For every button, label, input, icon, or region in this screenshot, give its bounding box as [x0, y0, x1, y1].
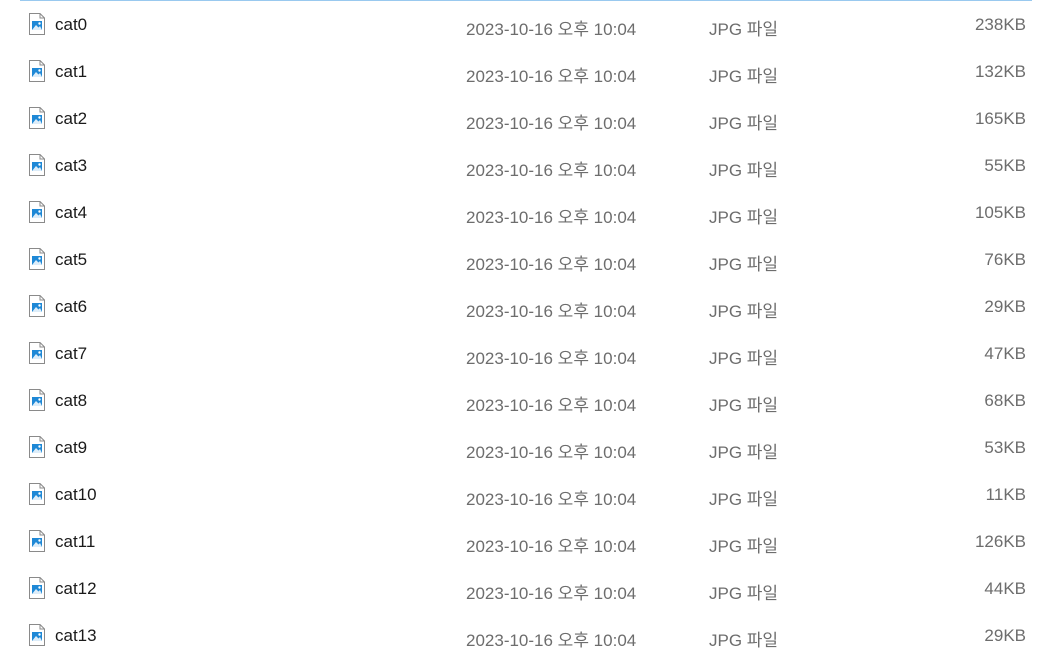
file-row[interactable]: cat12 2023-10-16 오후 10:04 JPG 파일 44KB	[20, 571, 1032, 618]
file-size: 76KB	[984, 250, 1026, 269]
file-row[interactable]: cat4 2023-10-16 오후 10:04 JPG 파일 105KB	[20, 195, 1032, 242]
image-file-icon	[28, 248, 46, 270]
file-row[interactable]: cat0 2023-10-16 오후 10:04 JPG 파일 238KB	[20, 7, 1032, 54]
file-type: JPG 파일	[709, 114, 779, 133]
file-row[interactable]: cat3 2023-10-16 오후 10:04 JPG 파일 55KB	[20, 148, 1032, 195]
file-modified-date: 2023-10-16 오후 10:04	[466, 302, 637, 321]
file-size: 47KB	[984, 344, 1026, 363]
file-row[interactable]: cat11 2023-10-16 오후 10:04 JPG 파일 126KB	[20, 524, 1032, 571]
image-file-icon	[28, 295, 46, 317]
file-modified-date: 2023-10-16 오후 10:04	[466, 161, 637, 180]
file-name: cat6	[55, 297, 88, 316]
file-type: JPG 파일	[709, 255, 779, 274]
file-type: JPG 파일	[709, 67, 779, 86]
file-size: 11KB	[985, 485, 1026, 504]
file-size: 132KB	[974, 62, 1026, 81]
file-type: JPG 파일	[709, 161, 779, 180]
file-size: 238KB	[974, 15, 1026, 34]
file-size: 68KB	[984, 391, 1026, 410]
file-type: JPG 파일	[709, 349, 779, 368]
file-name: cat5	[55, 250, 88, 269]
file-modified-date: 2023-10-16 오후 10:04	[466, 443, 637, 462]
file-name: cat2	[55, 109, 88, 128]
file-modified-date: 2023-10-16 오후 10:04	[466, 490, 637, 509]
file-size: 165KB	[974, 109, 1026, 128]
image-file-icon	[28, 436, 46, 458]
file-modified-date: 2023-10-16 오후 10:04	[466, 114, 637, 133]
file-row[interactable]: cat8 2023-10-16 오후 10:04 JPG 파일 68KB	[20, 383, 1032, 430]
file-type: JPG 파일	[709, 302, 779, 321]
file-size: 105KB	[974, 203, 1026, 222]
image-file-icon	[28, 483, 46, 505]
file-type: JPG 파일	[709, 20, 779, 39]
file-list: cat0 2023-10-16 오후 10:04 JPG 파일 238KB ca…	[0, 0, 1063, 670]
header-divider	[20, 0, 1032, 1]
image-file-icon	[28, 389, 46, 411]
file-type: JPG 파일	[709, 443, 779, 462]
file-row[interactable]: cat6 2023-10-16 오후 10:04 JPG 파일 29KB	[20, 289, 1032, 336]
image-file-icon	[28, 107, 46, 129]
file-name: cat9	[55, 438, 88, 457]
file-row[interactable]: cat1 2023-10-16 오후 10:04 JPG 파일 132KB	[20, 54, 1032, 101]
file-type: JPG 파일	[709, 208, 779, 227]
file-row[interactable]: cat13 2023-10-16 오후 10:04 JPG 파일 29KB	[20, 618, 1032, 665]
file-name: cat13	[55, 626, 97, 645]
image-file-icon	[28, 60, 46, 82]
image-file-icon	[28, 342, 46, 364]
file-modified-date: 2023-10-16 오후 10:04	[466, 396, 637, 415]
file-name: cat0	[55, 15, 88, 34]
file-name: cat12	[55, 579, 97, 598]
file-row[interactable]: cat7 2023-10-16 오후 10:04 JPG 파일 47KB	[20, 336, 1032, 383]
file-row[interactable]: cat9 2023-10-16 오후 10:04 JPG 파일 53KB	[20, 430, 1032, 477]
file-modified-date: 2023-10-16 오후 10:04	[466, 537, 637, 556]
image-file-icon	[28, 13, 46, 35]
file-row[interactable]: cat10 2023-10-16 오후 10:04 JPG 파일 11KB	[20, 477, 1032, 524]
image-file-icon	[28, 154, 46, 176]
file-name: cat1	[55, 62, 88, 81]
image-file-icon	[28, 577, 46, 599]
file-modified-date: 2023-10-16 오후 10:04	[466, 20, 637, 39]
file-size: 29KB	[984, 297, 1026, 316]
file-size: 53KB	[984, 438, 1026, 457]
file-type: JPG 파일	[709, 584, 779, 603]
file-type: JPG 파일	[709, 490, 779, 509]
file-size: 44KB	[984, 579, 1026, 598]
file-type: JPG 파일	[709, 537, 779, 556]
image-file-icon	[28, 624, 46, 646]
image-file-icon	[28, 530, 46, 552]
file-name: cat3	[55, 156, 88, 175]
file-modified-date: 2023-10-16 오후 10:04	[466, 584, 637, 603]
file-size: 126KB	[974, 532, 1026, 551]
file-name: cat7	[55, 344, 88, 363]
file-name: cat8	[55, 391, 88, 410]
file-modified-date: 2023-10-16 오후 10:04	[466, 349, 637, 368]
image-file-icon	[28, 201, 46, 223]
file-size: 29KB	[984, 626, 1026, 645]
file-name: cat11	[55, 532, 96, 551]
file-name: cat4	[55, 203, 88, 222]
file-name: cat10	[55, 485, 97, 504]
file-modified-date: 2023-10-16 오후 10:04	[466, 208, 637, 227]
file-modified-date: 2023-10-16 오후 10:04	[466, 631, 637, 650]
file-type: JPG 파일	[709, 396, 779, 415]
file-modified-date: 2023-10-16 오후 10:04	[466, 255, 637, 274]
file-row[interactable]: cat5 2023-10-16 오후 10:04 JPG 파일 76KB	[20, 242, 1032, 289]
file-type: JPG 파일	[709, 631, 779, 650]
file-row[interactable]: cat2 2023-10-16 오후 10:04 JPG 파일 165KB	[20, 101, 1032, 148]
file-modified-date: 2023-10-16 오후 10:04	[466, 67, 637, 86]
file-size: 55KB	[984, 156, 1026, 175]
